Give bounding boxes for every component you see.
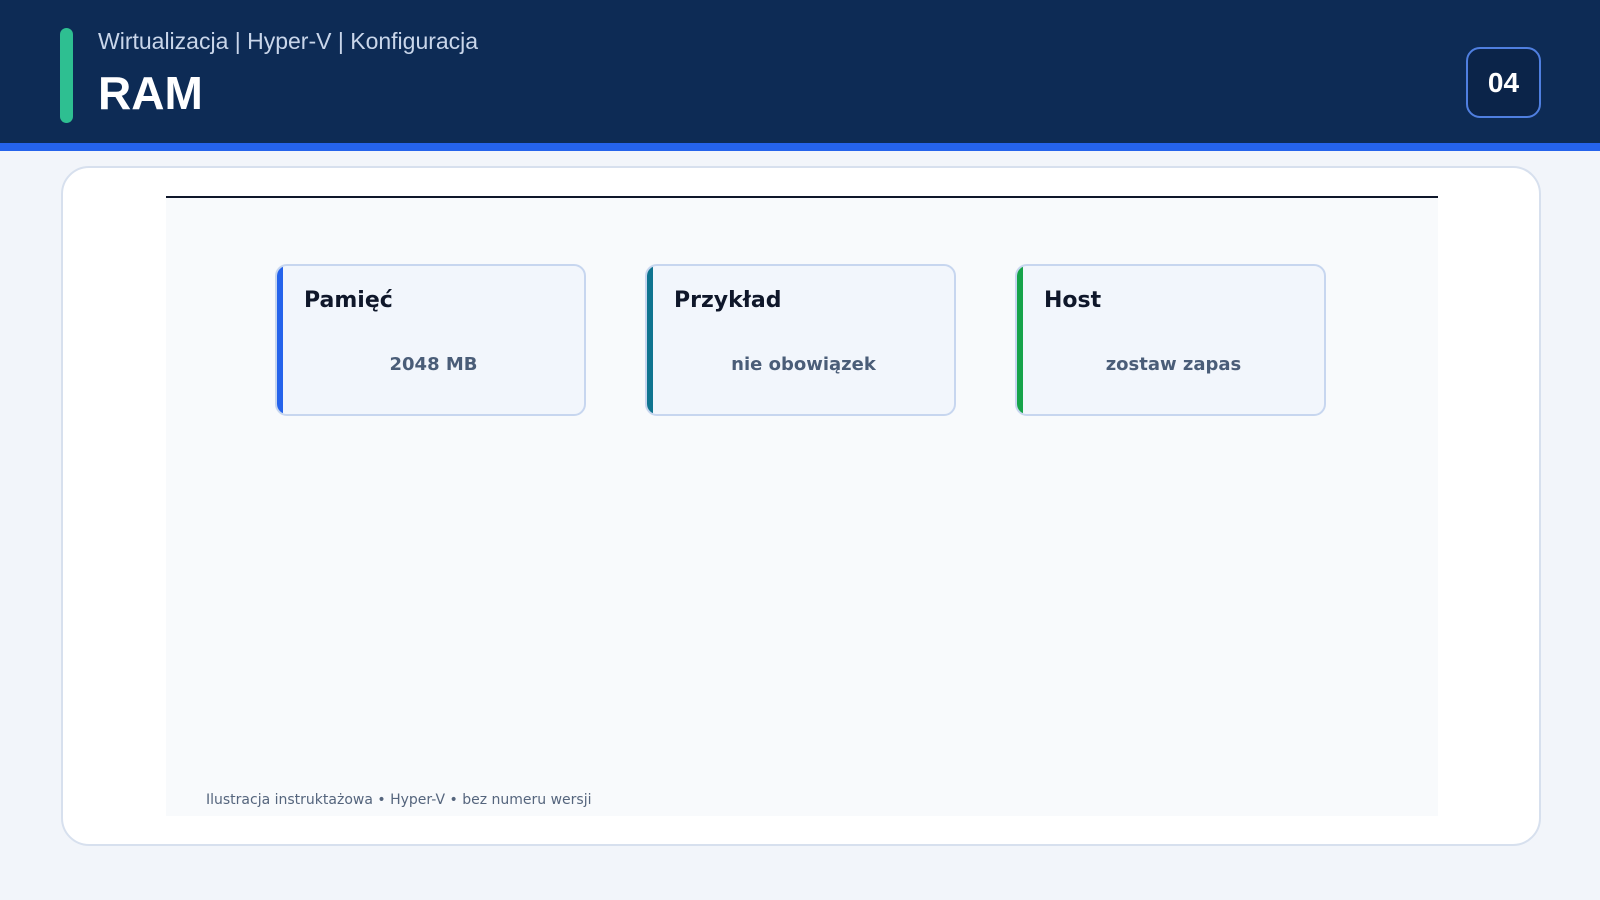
card-example: Przykład nie obowiązek [645,264,956,416]
card-accent-edge [647,266,653,414]
card-title: Przykład [674,288,782,313]
card-title: Pamięć [304,288,393,313]
card-host: Host zostaw zapas [1015,264,1326,416]
card-value: nie obowiązek [731,354,876,375]
page-title: RAM [98,67,203,119]
canvas-top-rule [166,196,1438,198]
breadcrumb: Wirtualizacja | Hyper-V | Konfiguracja [98,28,479,54]
card-accent-edge [277,266,283,414]
card-value: 2048 MB [389,354,478,375]
header-accent-bar [60,28,73,123]
illustration-canvas: Pamięć 2048 MB Przykład nie obowiązek Ho… [166,196,1438,816]
card-title: Host [1044,288,1102,313]
card-value: zostaw zapas [1105,354,1242,375]
header-stripe [0,143,1600,151]
content-panel: Pamięć 2048 MB Przykład nie obowiązek Ho… [61,166,1541,846]
header: Wirtualizacja | Hyper-V | Konfiguracja R… [0,0,1600,143]
card-memory: Pamięć 2048 MB [275,264,586,416]
page-number-badge: 04 [1466,47,1541,118]
footer-caption: Ilustracja instruktażowa • Hyper-V • bez… [206,792,592,808]
card-accent-edge [1017,266,1023,414]
